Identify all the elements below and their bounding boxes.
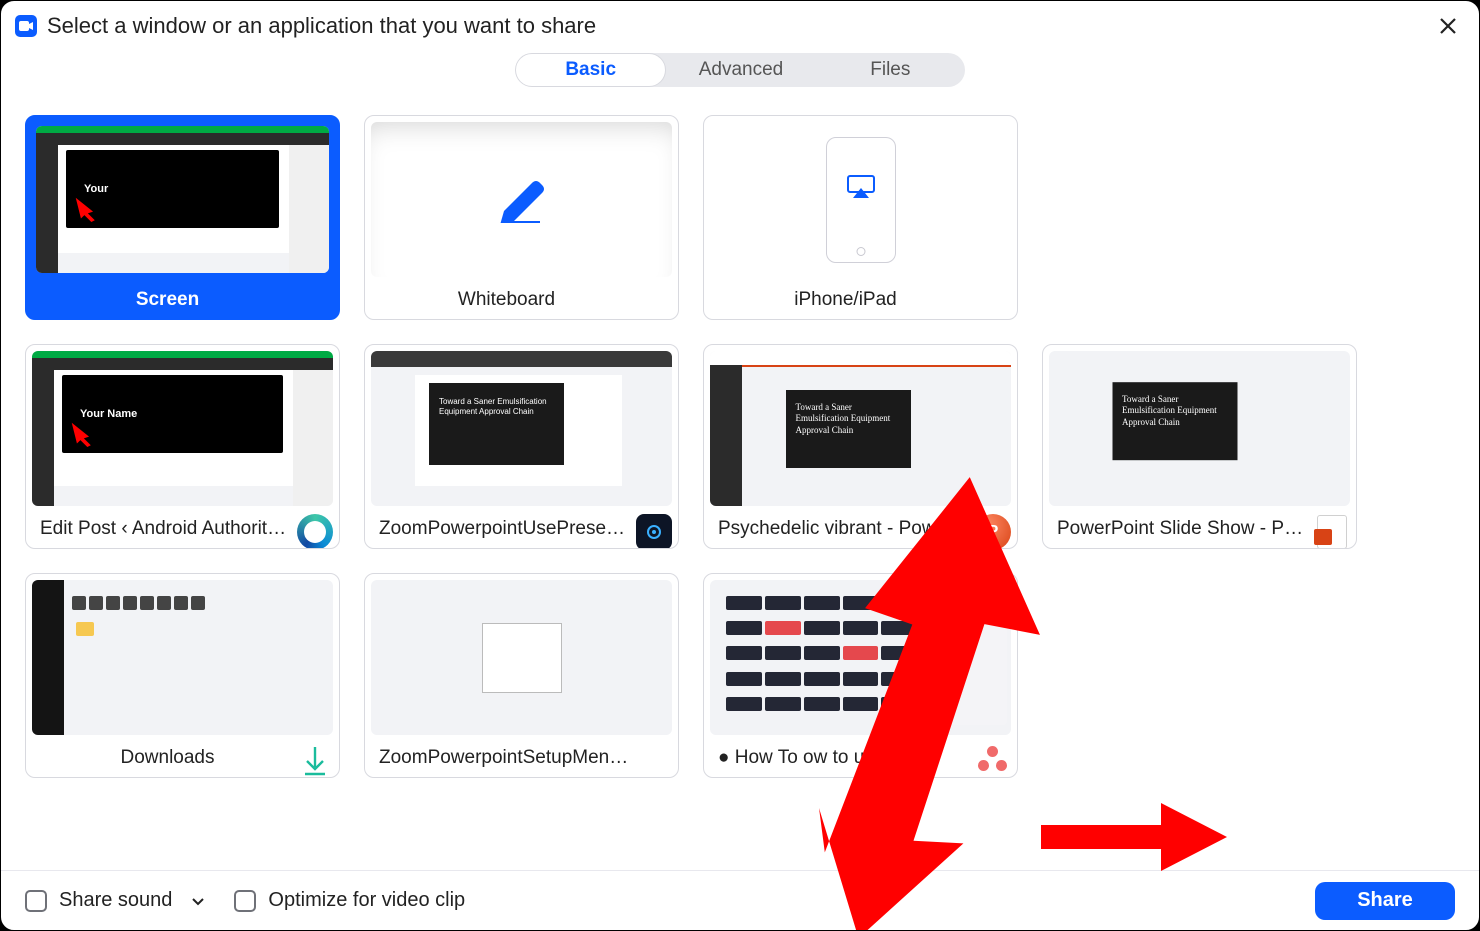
tab-advanced[interactable]: Advanced [666, 53, 815, 87]
checkbox-icon [25, 890, 47, 912]
share-item-whiteboard[interactable]: Whiteboard [364, 115, 679, 320]
share-item-iphone-ipad[interactable]: iPhone/iPad [703, 115, 1018, 320]
share-item-slideshow[interactable]: Toward a Saner Emulsification Equipment … [1042, 344, 1357, 549]
share-item-psychedelic[interactable]: Toward a Saner Emulsification Equipment … [703, 344, 1018, 549]
share-item-label: Downloads [121, 747, 215, 769]
share-item-label: Screen [136, 289, 199, 311]
edge-icon [297, 514, 333, 549]
share-item-howto[interactable]: ● How To ow to upd... [703, 573, 1018, 778]
powerpoint-file-icon [1314, 514, 1350, 549]
share-item-label: Whiteboard [458, 289, 555, 311]
share-item-label: PowerPoint Slide Show - Psyche... [1057, 518, 1312, 540]
thumb-slideshow: Toward a Saner Emulsification Equipment … [1049, 351, 1350, 506]
chevron-down-icon[interactable] [190, 893, 206, 909]
dialog-title: Select a window or an application that y… [47, 13, 1421, 39]
phone-icon [826, 137, 896, 263]
share-item-label: ZoomPowerpointSetupMenu.jpg ... [379, 747, 634, 769]
airplay-icon [846, 174, 876, 200]
thumb-editpost: Your Name [32, 351, 333, 506]
thumb-iphone [710, 122, 1011, 277]
share-sound-label: Share sound [59, 889, 172, 912]
tabs-row: Basic Advanced Files [1, 53, 1479, 87]
share-sound-checkbox[interactable]: Share sound [25, 889, 206, 912]
powerpoint-icon: P [975, 514, 1011, 549]
zoom-logo-icon [15, 15, 37, 37]
share-button[interactable]: Share [1315, 882, 1455, 920]
thumb-downloads [32, 580, 333, 735]
thumb-setupmenu [371, 580, 672, 735]
share-dialog: Select a window or an application that y… [0, 0, 1480, 931]
share-item-label: Edit Post ‹ Android Authority — ... [40, 518, 295, 540]
thumb-howto [710, 580, 1011, 735]
thumb-screen: Your [36, 126, 329, 273]
optimize-video-checkbox[interactable]: Optimize for video clip [234, 889, 465, 912]
share-mode-tabs: Basic Advanced Files [515, 53, 965, 87]
titlebar: Select a window or an application that y… [1, 1, 1479, 45]
share-item-setupmenu[interactable]: ZoomPowerpointSetupMenu.jpg ... [364, 573, 679, 778]
photoshop-elements-icon [636, 514, 672, 549]
footer: Share sound Optimize for video clip Shar… [1, 870, 1479, 930]
optimize-label: Optimize for video clip [268, 889, 465, 912]
share-item-label: Psychedelic vibrant - PowerPoint [718, 518, 973, 540]
share-item-zoompresenter[interactable]: Toward a Saner Emulsification Equipment … [364, 344, 679, 549]
checkbox-icon [234, 890, 256, 912]
thumb-whiteboard [371, 122, 672, 277]
share-item-editpost[interactable]: Your Name Edit Post ‹ Android Authority … [25, 344, 340, 549]
share-item-label: ZoomPowerpointUsePresenterVie... [379, 518, 634, 540]
share-item-downloads[interactable]: Downloads [25, 573, 340, 778]
thumb-zoompresenter: Toward a Saner Emulsification Equipment … [371, 351, 672, 506]
share-grid: Your Screen Whiteboard [1, 87, 1479, 870]
share-item-label: ● How To ow to upd... [718, 747, 901, 769]
thumb-text: Toward a Saner Emulsification Equipment … [1112, 382, 1237, 460]
pen-icon [494, 177, 550, 223]
thumb-psychedelic: Toward a Saner Emulsification Equipment … [710, 351, 1011, 506]
share-item-screen[interactable]: Your Screen [25, 115, 340, 320]
download-arrow-icon [297, 743, 333, 778]
tab-files[interactable]: Files [816, 53, 965, 87]
tab-basic[interactable]: Basic [515, 53, 666, 87]
asana-icon [975, 743, 1011, 778]
thumb-text: Toward a Saner Emulsification Equipment … [429, 383, 564, 465]
close-button[interactable] [1431, 9, 1465, 43]
thumb-text: Toward a Saner Emulsification Equipment … [786, 390, 911, 468]
share-item-label: iPhone/iPad [794, 289, 896, 311]
